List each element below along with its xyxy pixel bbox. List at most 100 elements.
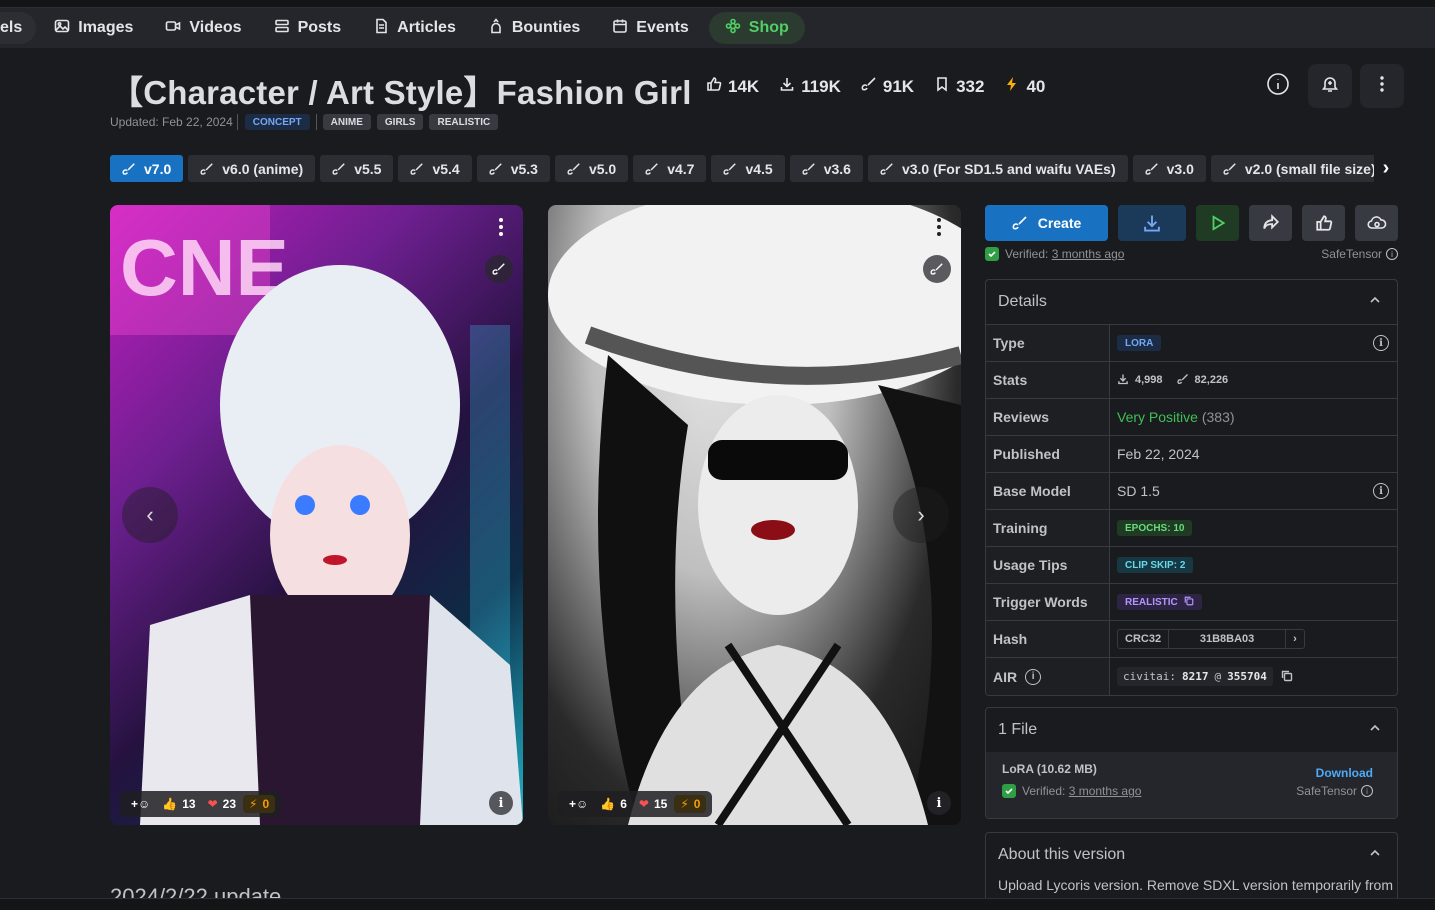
tag-anime[interactable]: ANIME — [322, 114, 371, 130]
version-tab[interactable]: v2.0 (small file size) — [1210, 155, 1388, 182]
verified-time-link[interactable]: 3 months ago — [1069, 784, 1142, 798]
heart-reaction[interactable]: ❤ 15 — [634, 797, 672, 811]
info-icon[interactable]: i — [1025, 668, 1042, 685]
version-tab[interactable]: v4.7 — [633, 155, 707, 182]
heart-reaction[interactable]: ❤ 23 — [203, 797, 241, 811]
bounty-icon — [488, 17, 504, 39]
share-button[interactable] — [1249, 205, 1292, 241]
nav-item-models[interactable]: els — [0, 12, 37, 44]
image-menu-button[interactable] — [491, 215, 511, 239]
gallery-next-button[interactable]: › — [893, 487, 949, 543]
version-label: v5.0 — [588, 160, 617, 177]
verified-time-link[interactable]: 3 months ago — [1052, 247, 1125, 261]
run-button[interactable] — [1196, 205, 1239, 241]
thumbs-up-emoji-icon: 👍 — [162, 797, 178, 811]
stat-downloads: 119K — [779, 76, 841, 97]
version-tab[interactable]: v4.5 — [711, 155, 785, 182]
add-reaction-button[interactable]: +☺ — [126, 797, 155, 811]
thumbs-up-icon — [706, 76, 722, 97]
version-tab[interactable]: v3.0 — [1132, 155, 1206, 182]
file-download-link[interactable]: Download — [1316, 766, 1373, 780]
buzz-tip-button[interactable]: ⚡ 0 — [674, 795, 707, 813]
create-button[interactable]: Create — [985, 205, 1108, 241]
model-stats: 14K 119K 91K 332 40 — [706, 76, 1045, 97]
heart-emoji-icon: ❤ — [207, 797, 218, 811]
download-button[interactable] — [1118, 205, 1186, 241]
info-icon[interactable]: i — [1386, 248, 1398, 260]
hash-box[interactable]: CRC32 31B8BA03 › — [1117, 629, 1305, 649]
nav-item-images[interactable]: Images — [38, 12, 149, 44]
version-tab[interactable]: v5.3 — [476, 155, 550, 182]
version-tab[interactable]: v7.0 — [110, 155, 184, 182]
tag-concept[interactable]: CONCEPT — [244, 114, 310, 130]
brush-icon — [1012, 216, 1027, 230]
buzz-tip-button[interactable]: ⚡ 0 — [243, 795, 276, 813]
nav-item-videos[interactable]: Videos — [149, 12, 257, 44]
more-menu-button[interactable] — [1360, 64, 1404, 108]
trigger-word-badge[interactable]: REALISTIC — [1117, 594, 1202, 610]
reviews-rating[interactable]: Very Positive — [1117, 409, 1198, 425]
gallery-image-1[interactable]: CNE ‹ +☺ 👍 13 ❤ 23 ⚡ 0 i — [110, 205, 523, 825]
copy-icon[interactable] — [1281, 669, 1293, 685]
add-reaction-button[interactable]: +☺ — [564, 797, 593, 811]
remix-button[interactable] — [485, 255, 513, 283]
info-icon[interactable]: i — [1361, 785, 1373, 797]
version-tab[interactable]: v5.0 — [554, 155, 629, 182]
hash-value[interactable]: 31B8BA03 — [1168, 630, 1287, 648]
nav-item-articles[interactable]: Articles — [357, 12, 472, 44]
image-menu-button[interactable] — [929, 215, 949, 239]
about-panel: About this version Upload Lycoris versio… — [985, 832, 1398, 902]
verified-row: Verified: 3 months ago SafeTensor i — [985, 247, 1398, 261]
brush-icon — [930, 263, 943, 275]
gallery-image-2[interactable]: › +☺ 👍 6 ❤ 15 ⚡ 0 i — [548, 205, 961, 825]
image-info-button[interactable]: i — [927, 791, 951, 815]
chevron-right-icon[interactable]: › — [1286, 630, 1304, 648]
thumbs-reaction[interactable]: 👍 13 — [157, 797, 200, 811]
updated-row: Updated: Feb 22, 2024 CONCEPT ANIME GIRL… — [110, 114, 499, 130]
stat-buzz: 40 — [1004, 76, 1045, 97]
brush-icon — [880, 162, 894, 176]
info-button[interactable] — [1256, 64, 1300, 108]
notify-button[interactable] — [1308, 64, 1352, 108]
about-text: Upload Lycoris version. Remove SDXL vers… — [998, 877, 1393, 893]
nav-item-posts[interactable]: Posts — [258, 12, 358, 44]
detail-row-air: AIR i civitai: 8217 @ 355704 — [986, 658, 1397, 695]
version-tab[interactable]: v3.0 (For SD1.5 and waifu VAEs) — [867, 155, 1128, 182]
version-tab[interactable]: v5.5 — [320, 155, 394, 182]
details-header[interactable]: Details — [986, 280, 1397, 324]
about-header[interactable]: About this version — [986, 833, 1397, 877]
files-header[interactable]: 1 File — [986, 708, 1397, 752]
image-info-button[interactable]: i — [489, 791, 513, 815]
version-tab[interactable]: v5.4 — [398, 155, 472, 182]
detail-value[interactable]: Very Positive (383) — [1110, 399, 1397, 435]
thumbs-reaction[interactable]: 👍 6 — [595, 797, 632, 811]
version-label: v7.0 — [144, 160, 172, 177]
gallery-prev-button[interactable]: ‹ — [122, 487, 178, 543]
image-reactions: +☺ 👍 6 ❤ 15 ⚡ 0 — [558, 791, 713, 817]
info-icon[interactable]: i — [1373, 335, 1389, 351]
brush-icon — [1176, 373, 1189, 388]
cloud-button[interactable] — [1355, 205, 1398, 241]
detail-key: Published — [986, 436, 1110, 472]
browser-top-strip — [0, 0, 1435, 8]
info-icon[interactable]: i — [1373, 483, 1389, 499]
hash-type[interactable]: CRC32 — [1118, 630, 1168, 648]
file-verified-row: Verified: 3 months ago SafeTensor i — [1002, 784, 1381, 798]
tag-girls[interactable]: GIRLS — [376, 114, 424, 130]
thumbs-up-emoji-icon: 👍 — [600, 797, 616, 811]
copy-icon[interactable] — [1184, 596, 1194, 609]
shield-check-icon — [1002, 784, 1016, 798]
version-tab[interactable]: v6.0 (anime) — [188, 155, 316, 182]
nav-item-events[interactable]: Events — [596, 12, 704, 44]
air-identifier[interactable]: civitai: 8217 @ 355704 — [1117, 667, 1273, 686]
nav-item-bounties[interactable]: Bounties — [472, 12, 596, 44]
remix-button[interactable] — [923, 255, 951, 283]
detail-key: Usage Tips — [986, 547, 1110, 583]
tag-realistic[interactable]: REALISTIC — [429, 114, 499, 130]
versions-scroll-right-icon[interactable]: › — [1374, 155, 1398, 182]
version-label: v5.5 — [354, 160, 382, 177]
safetensor-label: SafeTensor i — [1296, 784, 1373, 798]
version-tab[interactable]: v3.6 — [789, 155, 863, 182]
like-button[interactable] — [1302, 205, 1345, 241]
nav-item-shop[interactable]: Shop — [708, 12, 805, 44]
